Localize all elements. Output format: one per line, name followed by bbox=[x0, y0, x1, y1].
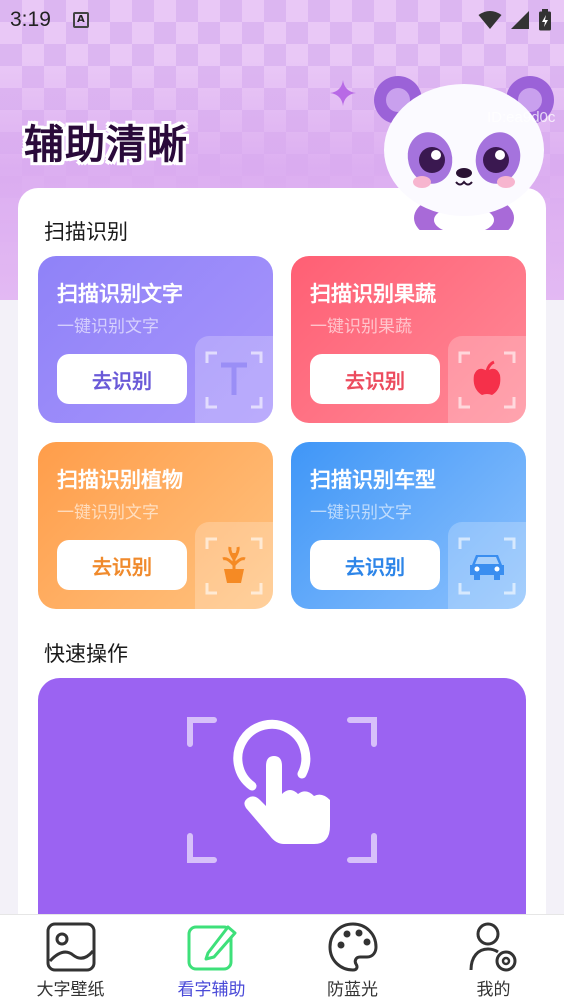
status-time: 3:19 bbox=[10, 8, 51, 31]
nav-item-wallpaper[interactable]: 大字壁纸 bbox=[0, 915, 141, 1004]
scan-text-subtitle: 一键识别文字 bbox=[57, 317, 159, 337]
scan-text-title: 扫描识别文字 bbox=[57, 282, 183, 306]
nav-label-profile: 我的 bbox=[476, 980, 511, 1000]
scan-fruit-button[interactable]: 去识别 bbox=[310, 354, 440, 404]
scan-text-button[interactable]: 去识别 bbox=[57, 354, 187, 404]
nav-label-blue-light: 防蓝光 bbox=[327, 980, 378, 1000]
status-bar: 3:19 A bbox=[0, 0, 564, 40]
apple-icon bbox=[458, 351, 516, 409]
plant-icon bbox=[205, 537, 263, 595]
user-settings-icon bbox=[469, 922, 516, 972]
text-t-icon bbox=[205, 351, 263, 409]
scan-fruit-title: 扫描识别果蔬 bbox=[310, 282, 436, 306]
battery-icon bbox=[539, 9, 551, 31]
scan-plant-subtitle: 一键识别文字 bbox=[57, 503, 159, 523]
sparkle-icon bbox=[330, 80, 356, 106]
scan-car-title: 扫描识别车型 bbox=[310, 468, 436, 492]
nav-item-reading-assist[interactable]: 看字辅助 bbox=[141, 915, 282, 1004]
tap-hand-icon bbox=[187, 717, 377, 863]
nav-item-blue-light[interactable]: 防蓝光 bbox=[282, 915, 423, 1004]
page-title: 辅助清晰 bbox=[24, 122, 188, 168]
quick-section-title: 快速操作 bbox=[44, 642, 128, 666]
car-icon bbox=[458, 537, 516, 595]
scan-car-card[interactable]: 扫描识别车型 一键识别文字 去识别 bbox=[291, 442, 526, 609]
nav-label-wallpaper: 大字壁纸 bbox=[36, 980, 105, 1000]
scan-text-card[interactable]: 扫描识别文字 一键识别文字 去识别 bbox=[38, 256, 273, 423]
id-tag: ID:ea9d0c bbox=[487, 109, 556, 126]
image-icon bbox=[46, 922, 95, 972]
notification-badge: A bbox=[72, 12, 89, 28]
scan-plant-title: 扫描识别植物 bbox=[57, 468, 183, 492]
quick-action-panel[interactable] bbox=[38, 678, 526, 928]
bottom-nav: 大字壁纸 看字辅助 防蓝光 我的 bbox=[0, 914, 564, 1004]
edit-icon bbox=[187, 925, 236, 971]
scan-car-subtitle: 一键识别文字 bbox=[310, 503, 412, 523]
scan-plant-button[interactable]: 去识别 bbox=[57, 540, 187, 590]
scan-fruit-subtitle: 一键识别果蔬 bbox=[310, 317, 412, 337]
palette-icon bbox=[327, 922, 378, 972]
nav-item-profile[interactable]: 我的 bbox=[423, 915, 564, 1004]
cell-signal-icon bbox=[511, 11, 529, 29]
panda-mascot bbox=[374, 76, 554, 230]
scan-car-button[interactable]: 去识别 bbox=[310, 540, 440, 590]
scan-section-title: 扫描识别 bbox=[44, 220, 128, 244]
scan-plant-card[interactable]: 扫描识别植物 一键识别文字 去识别 bbox=[38, 442, 273, 609]
scan-fruit-card[interactable]: 扫描识别果蔬 一键识别果蔬 去识别 bbox=[291, 256, 526, 423]
wifi-icon bbox=[478, 11, 502, 29]
nav-label-reading-assist: 看字辅助 bbox=[177, 980, 246, 1000]
